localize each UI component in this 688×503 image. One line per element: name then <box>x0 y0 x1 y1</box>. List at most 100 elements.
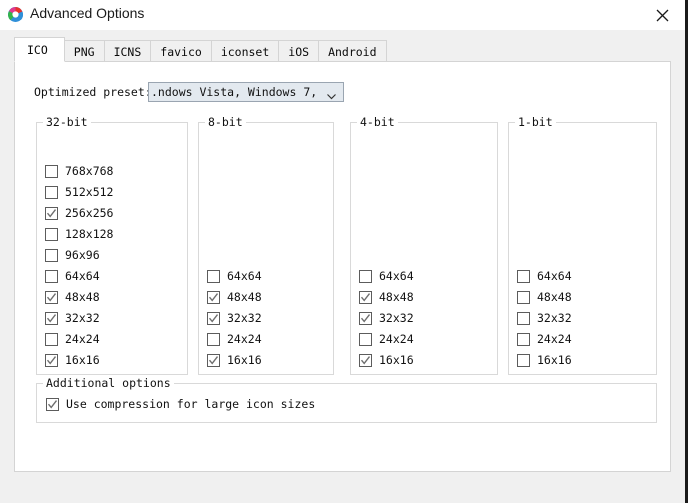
checkbox-32-bit-128x128[interactable]: 128x128 <box>45 226 113 242</box>
tab-android[interactable]: Android <box>318 40 387 62</box>
checkbox-4-bit-16x16[interactable]: 16x16 <box>359 352 414 368</box>
checkbox-label: 64x64 <box>65 268 100 283</box>
checkbox-1-bit-48x48[interactable]: 48x48 <box>517 289 572 305</box>
checkbox-label: 48x48 <box>379 289 414 304</box>
close-button[interactable] <box>640 0 685 30</box>
window-title: Advanced Options <box>30 5 145 21</box>
checkbox-1-bit-32x32[interactable]: 32x32 <box>517 310 572 326</box>
check-icon <box>46 313 57 323</box>
checkbox-4-bit-32x32[interactable]: 32x32 <box>359 310 414 326</box>
checkbox-32-bit-256x256[interactable]: 256x256 <box>45 205 113 221</box>
checkbox-box <box>46 397 59 411</box>
check-icon <box>360 355 371 365</box>
checkbox-box <box>359 353 372 367</box>
checkbox-box <box>359 290 372 304</box>
checkbox-label: 48x48 <box>227 289 262 304</box>
checkbox-label: 48x48 <box>65 289 100 304</box>
check-icon <box>208 292 219 302</box>
checkbox-8-bit-24x24[interactable]: 24x24 <box>207 331 262 347</box>
checkbox-box <box>45 164 58 178</box>
checkbox-4-bit-48x48[interactable]: 48x48 <box>359 289 414 305</box>
group-4-bit: 4-bit 64x64 48x48 32x32 24x24 16x16 <box>350 115 498 375</box>
checkbox-4-bit-64x64[interactable]: 64x64 <box>359 268 414 284</box>
optimized-preset-value: .ndows Vista, Windows 7, & 8 <box>151 85 319 99</box>
check-icon <box>208 313 219 323</box>
checkbox-label: 64x64 <box>537 268 572 283</box>
checkbox-label: 16x16 <box>379 352 414 367</box>
checkbox-label: 16x16 <box>537 352 572 367</box>
group-8-bit: 8-bit 64x64 48x48 32x32 24x24 16x16 <box>198 115 334 375</box>
checkbox-label: 96x96 <box>65 247 100 262</box>
checkbox-box <box>45 206 58 220</box>
group-1-bit: 1-bit 64x64 48x48 32x32 24x24 16x16 <box>508 115 657 375</box>
checkbox-box <box>207 290 220 304</box>
optimized-preset-dropdown[interactable]: .ndows Vista, Windows 7, & 8 <box>148 82 344 102</box>
tab-favico[interactable]: favico <box>150 40 212 62</box>
checkbox-32-bit-24x24[interactable]: 24x24 <box>45 331 100 347</box>
group-title-1-bit: 1-bit <box>515 115 556 129</box>
checkbox-1-bit-16x16[interactable]: 16x16 <box>517 352 572 368</box>
checkbox-box <box>45 248 58 262</box>
checkbox-8-bit-32x32[interactable]: 32x32 <box>207 310 262 326</box>
checkbox-label: 24x24 <box>537 331 572 346</box>
checkbox-8-bit-16x16[interactable]: 16x16 <box>207 352 262 368</box>
checkbox-box <box>517 311 530 325</box>
check-icon <box>208 355 219 365</box>
checkbox-box <box>517 269 530 283</box>
tab-iconset[interactable]: iconset <box>210 40 280 62</box>
close-icon <box>656 9 669 22</box>
title-bar: Advanced Options <box>0 0 685 30</box>
checkbox-label: 16x16 <box>65 352 100 367</box>
checkbox-8-bit-64x64[interactable]: 64x64 <box>207 268 262 284</box>
checkbox-32-bit-48x48[interactable]: 48x48 <box>45 289 100 305</box>
checkbox-32-bit-96x96[interactable]: 96x96 <box>45 247 100 263</box>
checkbox-32-bit-64x64[interactable]: 64x64 <box>45 268 100 284</box>
chevron-down-icon <box>326 87 337 106</box>
checkbox-box <box>517 332 530 346</box>
checkbox-label: 48x48 <box>537 289 572 304</box>
checkbox-label: 64x64 <box>227 268 262 283</box>
checkbox-box <box>359 269 372 283</box>
tab-icns[interactable]: ICNS <box>103 40 152 62</box>
checkbox-32-bit-512x512[interactable]: 512x512 <box>45 184 113 200</box>
checkbox-box <box>207 332 220 346</box>
checkbox-box <box>45 185 58 199</box>
checkbox-box <box>45 227 58 241</box>
checkbox-1-bit-64x64[interactable]: 64x64 <box>517 268 572 284</box>
checkbox-4-bit-24x24[interactable]: 24x24 <box>359 331 414 347</box>
additional-options-group: Additional options Use compression for l… <box>36 376 657 423</box>
checkbox-box <box>207 269 220 283</box>
tab-ios[interactable]: iOS <box>278 40 320 62</box>
optimized-preset-label: Optimized preset: <box>34 85 152 99</box>
checkbox-label: 32x32 <box>379 310 414 325</box>
checkbox-box <box>359 332 372 346</box>
check-icon <box>46 292 57 302</box>
checkbox-box <box>359 311 372 325</box>
checkbox-box <box>45 353 58 367</box>
checkbox-32-bit-16x16[interactable]: 16x16 <box>45 352 100 368</box>
checkbox-label: 32x32 <box>227 310 262 325</box>
tab-png[interactable]: PNG <box>63 40 105 62</box>
tab-strip: ICO PNG ICNS favico iconset iOS Android <box>14 37 387 62</box>
group-title-4-bit: 4-bit <box>357 115 398 129</box>
checkbox-label: 32x32 <box>537 310 572 325</box>
checkbox-1-bit-24x24[interactable]: 24x24 <box>517 331 572 347</box>
checkbox-label: 32x32 <box>65 310 100 325</box>
checkbox-box <box>207 311 220 325</box>
checkbox-label: Use compression for large icon sizes <box>66 396 316 411</box>
check-icon <box>46 355 57 365</box>
check-icon <box>46 208 57 218</box>
additional-options-title: Additional options <box>43 376 174 390</box>
checkbox-label: 24x24 <box>379 331 414 346</box>
checkbox-box <box>207 353 220 367</box>
app-color-wheel-icon <box>7 6 24 23</box>
checkbox-use-compression[interactable]: Use compression for large icon sizes <box>46 396 315 412</box>
checkbox-32-bit-32x32[interactable]: 32x32 <box>45 310 100 326</box>
checkbox-8-bit-48x48[interactable]: 48x48 <box>207 289 262 305</box>
tab-ico[interactable]: ICO <box>14 37 65 62</box>
checkbox-label: 512x512 <box>65 184 114 199</box>
checkbox-box <box>45 332 58 346</box>
check-icon <box>360 292 371 302</box>
advanced-options-window: Advanced Options ICO PNG ICNS favico iconset… <box>0 0 688 503</box>
checkbox-32-bit-768x768[interactable]: 768x768 <box>45 163 113 179</box>
